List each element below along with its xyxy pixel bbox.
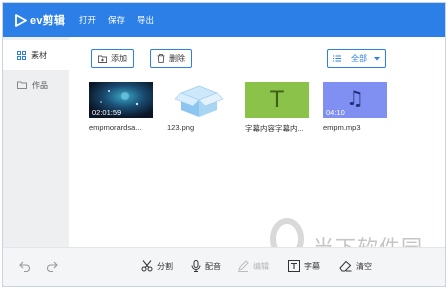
caret-down-icon — [374, 56, 380, 60]
media-item[interactable]: 123.png — [167, 82, 233, 132]
delete-button-label: 删除 — [169, 54, 185, 63]
music-note-icon: ♫ — [346, 86, 364, 110]
sidebar-item-label: 作品 — [32, 80, 48, 90]
filter-value: 全部 — [351, 54, 367, 63]
text-thumbnail: T — [245, 82, 309, 118]
app-logo: ev剪辑 — [15, 12, 79, 28]
video-duration: 02:01:59 — [92, 108, 122, 117]
undo-icon[interactable] — [19, 261, 32, 272]
sidebar: 素材 作品 — [3, 37, 69, 247]
scissors-icon — [141, 260, 153, 272]
split-button[interactable]: 分割 — [141, 260, 173, 272]
subtitle-icon — [288, 260, 300, 272]
microphone-icon — [191, 260, 201, 272]
media-item[interactable]: T 字幕内容字幕内... — [245, 82, 311, 134]
add-button[interactable]: 添加 — [91, 49, 134, 68]
media-name: 字幕内容字幕内... — [245, 124, 304, 133]
bottom-toolbar: 分割 配音 编辑 字幕 清空 — [3, 247, 445, 286]
box-icon — [174, 85, 224, 117]
text-t-icon: T — [270, 87, 284, 113]
media-name: empm.mp3 — [323, 123, 361, 132]
sidebar-item-materials[interactable]: 素材 — [3, 40, 69, 70]
split-label: 分割 — [157, 261, 173, 271]
title-bar: ev剪辑 打开 保存 导出 — [3, 3, 445, 37]
list-icon — [333, 55, 341, 62]
app-name: ev剪辑 — [30, 15, 66, 27]
folder-icon — [17, 81, 27, 89]
redo-icon[interactable] — [45, 261, 58, 272]
clear-label: 清空 — [356, 261, 372, 271]
sidebar-item-label: 素材 — [31, 50, 47, 60]
delete-button[interactable]: 删除 — [150, 49, 192, 68]
video-thumbnail: 02:01:59 — [89, 82, 153, 118]
media-item[interactable]: ♫ 04:10 empm.mp3 — [323, 82, 389, 132]
subtitle-label: 字幕 — [304, 261, 320, 271]
grid-icon — [17, 50, 26, 60]
menu-open[interactable]: 打开 — [79, 14, 96, 26]
add-button-label: 添加 — [111, 54, 127, 63]
app-window: ev剪辑 打开 保存 导出 素材 作品 添加 删除 全部 02:01:59 em… — [2, 2, 446, 287]
menu-save[interactable]: 保存 — [108, 14, 125, 26]
subtitle-button[interactable]: 字幕 — [288, 260, 320, 272]
audio-thumbnail: ♫ 04:10 — [323, 82, 387, 118]
play-logo-icon — [15, 13, 27, 27]
pencil-icon — [238, 260, 249, 272]
eraser-icon — [339, 260, 352, 272]
sidebar-item-works[interactable]: 作品 — [3, 70, 69, 100]
audio-duration: 04:10 — [326, 108, 345, 117]
voice-label: 配音 — [205, 261, 221, 271]
edit-label: 编辑 — [253, 261, 269, 271]
voice-button[interactable]: 配音 — [191, 260, 221, 272]
media-panel: 添加 删除 全部 02:01:59 empmorardsa... 123.png… — [69, 37, 445, 247]
edit-button[interactable]: 编辑 — [237, 260, 269, 272]
media-name: empmorardsa... — [89, 123, 142, 132]
image-thumbnail — [167, 82, 231, 118]
menu-export[interactable]: 导出 — [137, 14, 154, 26]
clear-button[interactable]: 清空 — [339, 260, 372, 272]
add-folder-icon — [98, 55, 107, 63]
trash-icon — [157, 54, 165, 63]
media-item[interactable]: 02:01:59 empmorardsa... — [89, 82, 155, 132]
filter-dropdown[interactable]: 全部 — [327, 49, 386, 68]
media-name: 123.png — [167, 123, 195, 132]
